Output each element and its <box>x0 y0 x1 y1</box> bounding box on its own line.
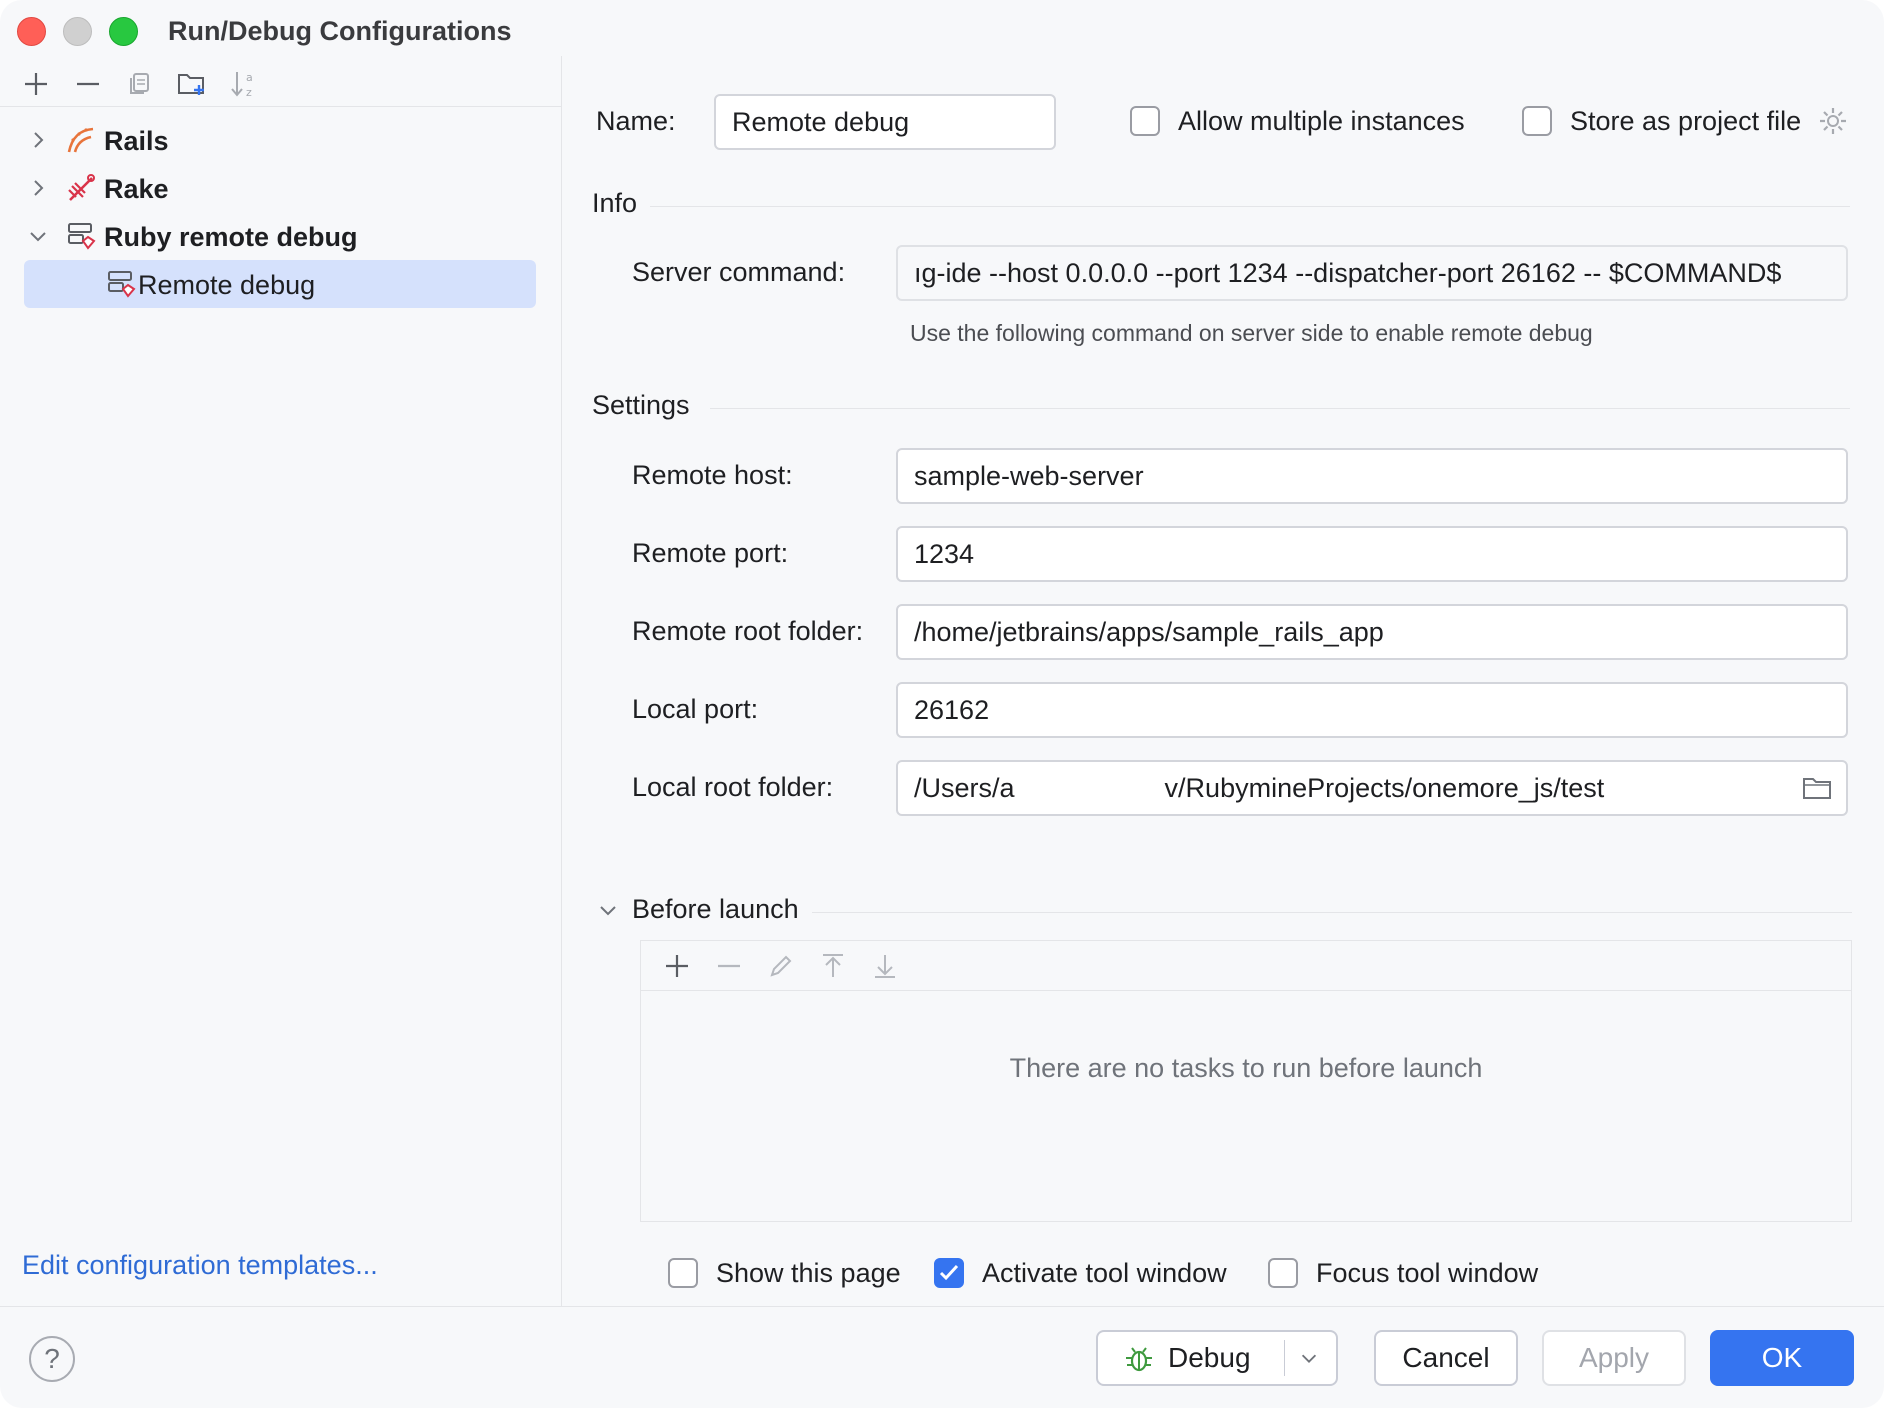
local-port-input[interactable]: 26162 <box>896 682 1848 738</box>
show-this-page-label: Show this page <box>716 1258 901 1288</box>
remote-port-input[interactable]: 1234 <box>896 526 1848 582</box>
before-launch-line <box>812 912 1852 913</box>
add-configuration-button[interactable] <box>10 62 62 106</box>
minus-icon <box>718 964 740 967</box>
svg-text:z: z <box>246 86 252 99</box>
arrow-down-icon <box>875 954 895 978</box>
tree-item-label: Rake <box>104 174 169 204</box>
sort-configurations-button[interactable]: az <box>218 62 270 106</box>
tree-item-ruby-remote-debug[interactable]: Ruby remote debug <box>0 212 561 260</box>
store-as-project-file-checkbox[interactable] <box>1522 106 1552 136</box>
remote-host-input[interactable]: sample-web-server <box>896 448 1848 504</box>
tree-item-rake[interactable]: Rake <box>0 164 561 212</box>
settings-section-title: Settings <box>592 390 690 420</box>
before-launch-tasks-panel: There are no tasks to run before launch <box>640 940 1852 1222</box>
server-command-label: Server command: <box>632 257 846 287</box>
remote-host-label: Remote host: <box>632 460 793 490</box>
copy-icon <box>130 73 149 94</box>
rails-icon <box>67 127 94 153</box>
chevron-right-icon[interactable] <box>26 176 50 200</box>
run-debug-configurations-dialog: Run/Debug Configurations az Rails Rake R… <box>0 0 1884 1408</box>
remote-root-folder-label: Remote root folder: <box>632 616 864 646</box>
before-launch-toolbar <box>641 941 1851 991</box>
local-root-folder-input[interactable]: /Users/a v/RubymineProjects/onemore_js/t… <box>896 760 1848 816</box>
chevron-right-icon[interactable] <box>26 128 50 152</box>
minimize-window-button[interactable] <box>63 17 92 46</box>
arrow-up-icon <box>823 953 843 977</box>
gear-icon[interactable] <box>1818 106 1848 136</box>
tree-item-label: Rails <box>104 126 169 156</box>
chevron-down-icon[interactable] <box>26 224 50 248</box>
debug-button-label: Debug <box>1168 1342 1251 1373</box>
before-launch-title[interactable]: Before launch <box>632 894 799 925</box>
store-as-project-file-label: Store as project file <box>1570 106 1802 136</box>
cancel-button[interactable]: Cancel <box>1374 1330 1518 1386</box>
configurations-tree: Rails Rake Ruby remote debug Remote debu… <box>0 116 561 308</box>
ok-button[interactable]: OK <box>1710 1330 1854 1386</box>
remove-task-button[interactable] <box>703 941 755 991</box>
new-folder-button[interactable] <box>166 62 218 106</box>
server-command-field[interactable]: ıg-ide --host 0.0.0.0 --port 1234 --disp… <box>896 245 1848 301</box>
debug-button[interactable]: Debug <box>1096 1330 1338 1386</box>
checkmark-icon <box>939 1264 959 1281</box>
configurations-toolbar: az <box>10 62 270 106</box>
remote-debug-config-icon <box>108 271 136 298</box>
split-divider <box>1284 1340 1285 1376</box>
allow-multiple-instances-label: Allow multiple instances <box>1178 106 1465 136</box>
move-task-up-button[interactable] <box>807 941 859 991</box>
name-input[interactable]: Remote debug <box>714 94 1056 150</box>
move-task-down-button[interactable] <box>859 941 911 991</box>
title-bar: Run/Debug Configurations <box>0 0 1884 62</box>
sort-alpha-icon: az <box>231 71 253 99</box>
plus-icon <box>666 954 688 977</box>
rake-icon <box>68 174 95 201</box>
configuration-editor: Name: Remote debug Allow multiple instan… <box>562 56 1884 1306</box>
chevron-down-icon[interactable] <box>596 898 620 922</box>
new-folder-icon <box>178 74 204 95</box>
remote-root-folder-input[interactable]: /home/jetbrains/apps/sample_rails_app <box>896 604 1848 660</box>
browse-folder-icon[interactable] <box>1802 774 1832 802</box>
apply-button[interactable]: Apply <box>1542 1330 1686 1386</box>
zoom-window-button[interactable] <box>109 17 138 46</box>
configurations-panel: az Rails Rake Ruby remote debug Remote d… <box>0 56 561 1306</box>
chevron-down-icon[interactable] <box>1298 1347 1320 1369</box>
activate-tool-window-label: Activate tool window <box>982 1258 1227 1288</box>
remove-configuration-button[interactable] <box>62 62 114 106</box>
show-this-page-checkbox[interactable] <box>668 1258 698 1288</box>
add-task-button[interactable] <box>651 941 703 991</box>
info-section-title: Info <box>592 188 638 218</box>
plus-icon <box>25 73 47 95</box>
svg-text:a: a <box>246 71 253 84</box>
minus-icon <box>77 82 99 86</box>
local-root-folder-label: Local root folder: <box>632 772 834 802</box>
window-title: Run/Debug Configurations <box>168 16 512 46</box>
pencil-icon <box>770 955 792 977</box>
focus-tool-window-label: Focus tool window <box>1316 1258 1539 1288</box>
name-label: Name: <box>596 106 676 136</box>
no-tasks-message: There are no tasks to run before launch <box>1009 1053 1483 1083</box>
info-section-line <box>650 206 1850 207</box>
settings-section-line <box>710 408 1850 409</box>
focus-tool-window-checkbox[interactable] <box>1268 1258 1298 1288</box>
toolbar-separator <box>0 106 561 107</box>
remote-port-label: Remote port: <box>632 538 789 568</box>
edit-task-button[interactable] <box>755 941 807 991</box>
local-port-label: Local port: <box>632 694 759 724</box>
tree-item-label: Ruby remote debug <box>104 222 358 252</box>
footer-separator <box>0 1306 1884 1307</box>
bug-icon <box>1126 1347 1152 1372</box>
close-window-button[interactable] <box>17 17 46 46</box>
activate-tool-window-checkbox[interactable] <box>934 1258 964 1288</box>
help-button[interactable]: ? <box>29 1336 75 1382</box>
ruby-remote-debug-icon <box>68 223 96 250</box>
tree-item-remote-debug[interactable]: Remote debug <box>0 260 561 308</box>
edit-configuration-templates-link[interactable]: Edit configuration templates... <box>22 1250 378 1281</box>
tree-item-rails[interactable]: Rails <box>0 116 561 164</box>
server-command-hint: Use the following command on server side… <box>910 320 1593 346</box>
tree-item-label: Remote debug <box>138 270 316 300</box>
copy-configuration-button[interactable] <box>114 62 166 106</box>
allow-multiple-instances-checkbox[interactable] <box>1130 106 1160 136</box>
